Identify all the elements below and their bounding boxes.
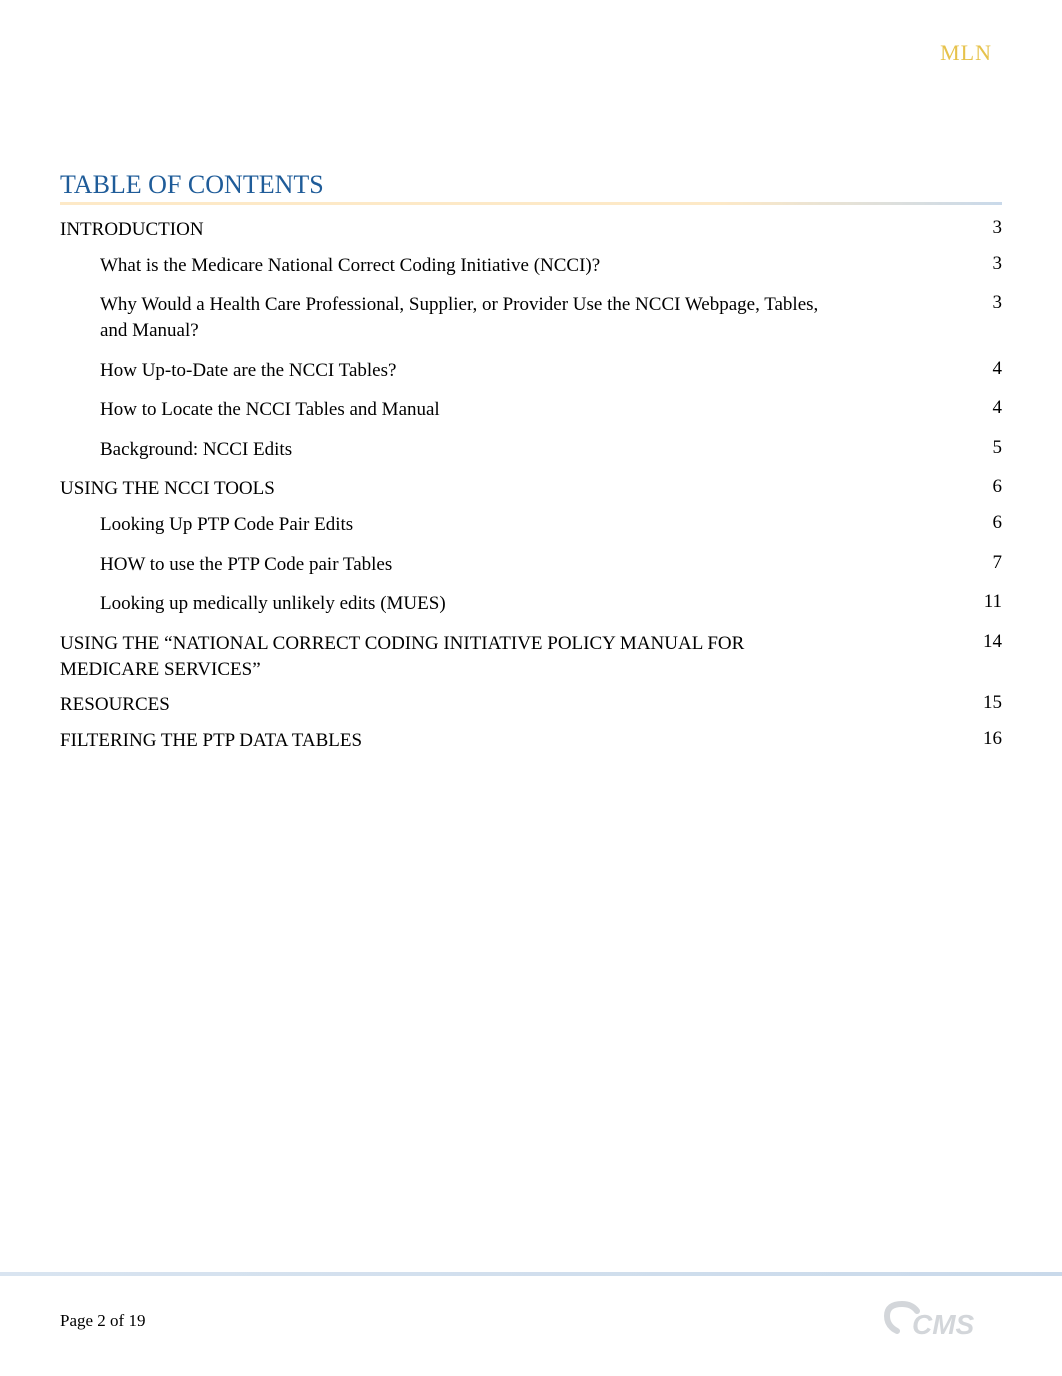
- toc-title: Why Would a Health Care Professional, Su…: [100, 292, 820, 343]
- toc-title: How to Locate the NCCI Tables and Manual: [100, 397, 440, 423]
- toc-entry-what-is-ncci[interactable]: What is the Medicare National Correct Co…: [60, 253, 1002, 279]
- toc-entry-background[interactable]: Background: NCCI Edits 5: [60, 437, 1002, 463]
- toc-entry-how-up-to-date[interactable]: How Up-to-Date are the NCCI Tables? 4: [60, 358, 1002, 384]
- toc-title: Background: NCCI Edits: [100, 437, 292, 463]
- toc-page: 5: [972, 437, 1002, 459]
- toc-page: 7: [972, 552, 1002, 574]
- toc-page: 4: [972, 397, 1002, 419]
- toc-entry-filtering[interactable]: FILTERING THE PTP DATA TABLES 16: [60, 728, 1002, 754]
- toc-entry-introduction[interactable]: INTRODUCTION 3: [60, 217, 1002, 243]
- toc-page: 6: [972, 512, 1002, 534]
- toc-title: USING THE “NATIONAL CORRECT CODING INITI…: [60, 631, 780, 682]
- toc-title: How Up-to-Date are the NCCI Tables?: [100, 358, 396, 384]
- toc-page: 11: [972, 591, 1002, 613]
- toc-page: 3: [972, 292, 1002, 314]
- svg-text:CMS: CMS: [912, 1309, 975, 1340]
- toc-entry-resources[interactable]: RESOURCES 15: [60, 692, 1002, 718]
- footer-divider: [0, 1272, 1062, 1276]
- toc-entry-why-use-ncci[interactable]: Why Would a Health Care Professional, Su…: [60, 292, 1002, 343]
- toc-page: 16: [972, 728, 1002, 750]
- toc-page: 6: [972, 476, 1002, 498]
- toc-list: INTRODUCTION 3 What is the Medicare Nati…: [60, 217, 1002, 754]
- toc-title: Looking up medically unlikely edits (MUE…: [100, 591, 446, 617]
- toc-title: Looking Up PTP Code Pair Edits: [100, 512, 353, 538]
- toc-page: 14: [972, 631, 1002, 653]
- header-brand: MLN: [940, 40, 992, 66]
- toc-entry-using-ncci-tools[interactable]: USING THE NCCI TOOLS 6: [60, 476, 1002, 502]
- page-number: Page 2 of 19: [60, 1311, 145, 1331]
- toc-page: 4: [972, 358, 1002, 380]
- heading-divider: [60, 202, 1002, 205]
- toc-title: INTRODUCTION: [60, 217, 204, 243]
- toc-title: What is the Medicare National Correct Co…: [100, 253, 600, 279]
- page-content: TABLE OF CONTENTS INTRODUCTION 3 What is…: [0, 0, 1062, 754]
- cms-logo: CMS: [882, 1296, 1002, 1346]
- toc-page: 3: [972, 253, 1002, 275]
- toc-title: USING THE NCCI TOOLS: [60, 476, 275, 502]
- toc-title: RESOURCES: [60, 692, 170, 718]
- toc-page: 3: [972, 217, 1002, 239]
- toc-entry-how-to-locate[interactable]: How to Locate the NCCI Tables and Manual…: [60, 397, 1002, 423]
- toc-entry-looking-up-ptp[interactable]: Looking Up PTP Code Pair Edits 6: [60, 512, 1002, 538]
- toc-page: 15: [972, 692, 1002, 714]
- toc-title: HOW to use the PTP Code pair Tables: [100, 552, 392, 578]
- toc-entry-looking-up-mues[interactable]: Looking up medically unlikely edits (MUE…: [60, 591, 1002, 617]
- toc-heading: TABLE OF CONTENTS: [60, 170, 1002, 200]
- toc-entry-how-to-use-ptp[interactable]: HOW to use the PTP Code pair Tables 7: [60, 552, 1002, 578]
- toc-entry-policy-manual[interactable]: USING THE “NATIONAL CORRECT CODING INITI…: [60, 631, 1002, 682]
- toc-title: FILTERING THE PTP DATA TABLES: [60, 728, 362, 754]
